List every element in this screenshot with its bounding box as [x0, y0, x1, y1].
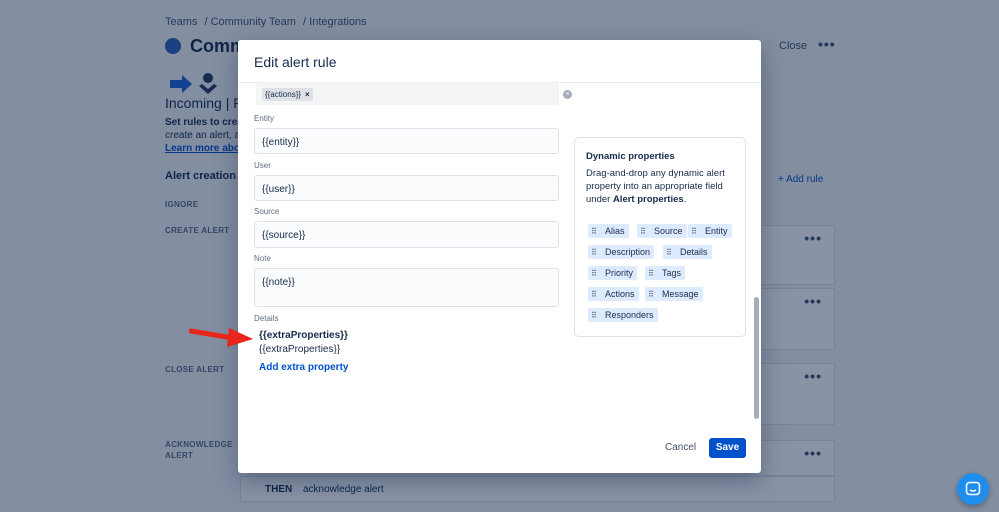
- modal-scrollbar[interactable]: [752, 83, 760, 428]
- actions-field[interactable]: {{actions}} × ×: [256, 83, 572, 105]
- drag-handle-icon: ⠿: [591, 248, 597, 257]
- drag-handle-icon: ⠿: [591, 290, 597, 299]
- chat-launcher-button[interactable]: [957, 473, 989, 505]
- remove-tag-icon[interactable]: ×: [305, 90, 310, 99]
- property-chip-entity[interactable]: ⠿ Entity: [688, 224, 732, 238]
- property-chip-details[interactable]: ⠿ Details: [663, 245, 712, 259]
- drag-handle-icon: ⠿: [591, 311, 597, 320]
- drag-handle-icon: ⠿: [648, 290, 654, 299]
- drag-handle-icon: ⠿: [591, 269, 597, 278]
- property-chip-actions[interactable]: ⠿ Actions: [588, 287, 639, 301]
- details-value[interactable]: {{extraProperties}}: [259, 344, 340, 355]
- property-chip-responders[interactable]: ⠿ Responders: [588, 308, 658, 322]
- scrollbar-thumb[interactable]: [754, 297, 759, 419]
- drag-handle-icon: ⠿: [640, 227, 646, 236]
- dynamic-properties-description: Drag-and-drop any dynamic alert property…: [586, 168, 725, 205]
- dynamic-properties-title: Dynamic properties: [586, 151, 675, 162]
- property-chip-priority[interactable]: ⠿ Priority: [588, 266, 638, 280]
- entity-field[interactable]: {{entity}}: [254, 128, 559, 154]
- details-label: Details: [254, 314, 279, 323]
- drag-handle-icon: ⠿: [666, 248, 672, 257]
- note-field[interactable]: {{note}}: [254, 268, 559, 307]
- add-extra-property-link[interactable]: Add extra property: [259, 362, 348, 373]
- source-field[interactable]: {{source}}: [254, 221, 559, 248]
- drag-handle-icon: ⠿: [591, 227, 597, 236]
- property-chip-description[interactable]: ⠿ Description: [588, 245, 655, 259]
- modal-body: {{actions}} × × Entity {{entity}} User {{…: [238, 83, 761, 428]
- property-chip-tags[interactable]: ⠿ Tags: [645, 266, 686, 280]
- source-label: Source: [254, 207, 280, 216]
- cancel-button[interactable]: Cancel: [659, 438, 702, 458]
- user-label: User: [254, 161, 271, 170]
- property-chip-alias[interactable]: ⠿ Alias: [588, 224, 629, 238]
- property-chip-message[interactable]: ⠿ Message: [645, 287, 703, 301]
- modal-header: Edit alert rule: [238, 40, 761, 83]
- chat-icon: [965, 481, 981, 496]
- details-key[interactable]: {{extraProperties}}: [259, 330, 348, 341]
- note-label: Note: [254, 254, 271, 263]
- annotation-arrow-icon: [189, 328, 253, 347]
- modal-title: Edit alert rule: [254, 54, 337, 70]
- clear-field-icon[interactable]: ×: [563, 90, 572, 99]
- entity-label: Entity: [254, 114, 275, 123]
- save-button[interactable]: Save: [709, 438, 746, 458]
- user-field[interactable]: {{user}}: [254, 175, 559, 201]
- dynamic-properties-panel: Dynamic properties Drag-and-drop any dyn…: [574, 137, 746, 337]
- edit-alert-rule-modal: Edit alert rule {{actions}} × × Entity {{…: [238, 40, 761, 473]
- property-chip-source[interactable]: ⠿ Source: [637, 224, 687, 238]
- actions-tag: {{actions}} ×: [262, 88, 313, 101]
- drag-handle-icon: ⠿: [648, 269, 654, 278]
- drag-handle-icon: ⠿: [691, 227, 697, 236]
